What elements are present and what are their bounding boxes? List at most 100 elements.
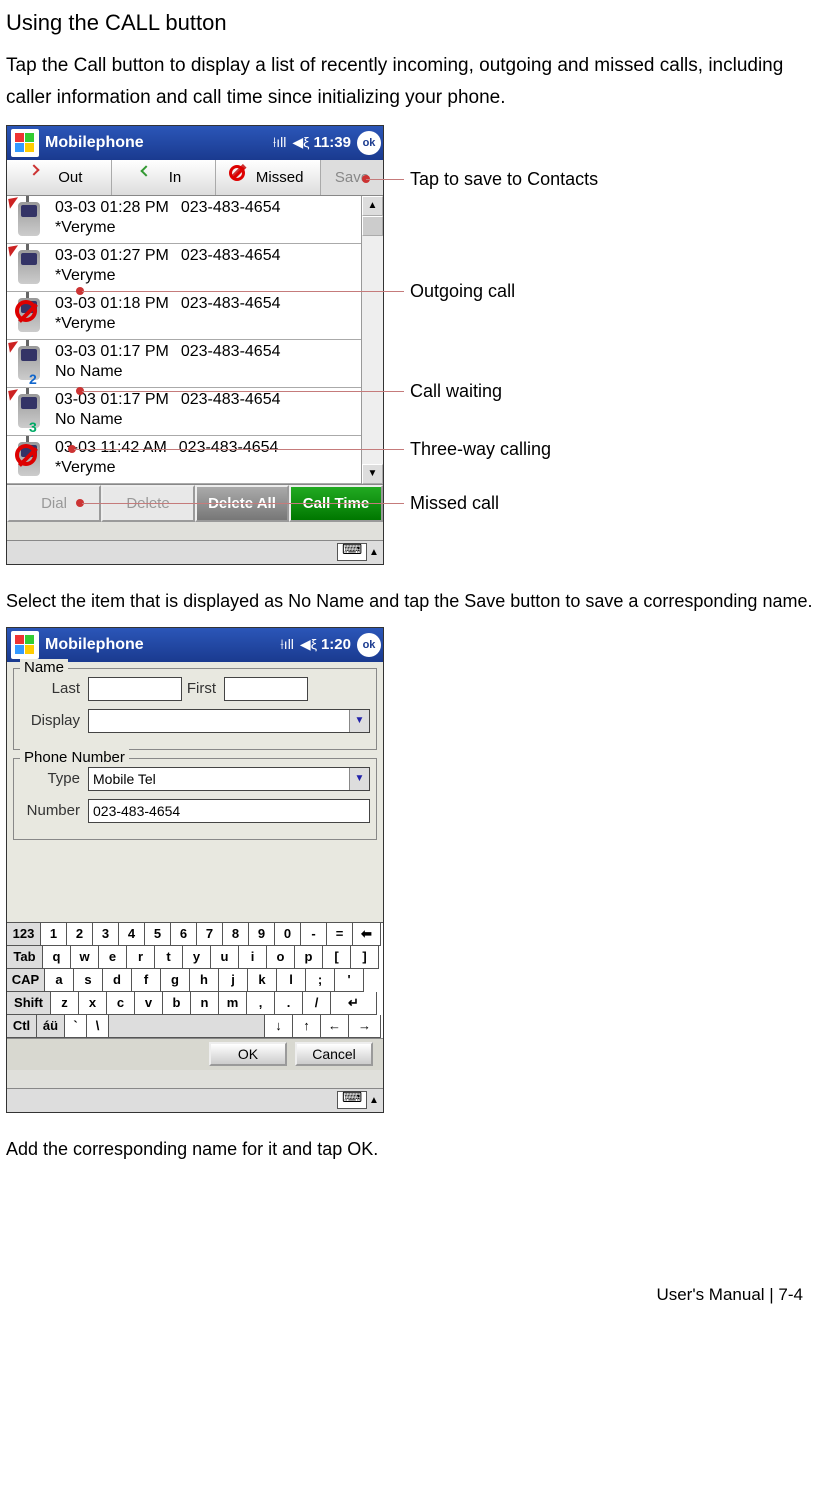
kb-key[interactable]: \	[87, 1015, 109, 1038]
tab-out[interactable]: Out	[7, 160, 112, 195]
call-list-row[interactable]: 203-03 01:17 PM023-483-4654No Name	[7, 340, 361, 388]
kb-key[interactable]: 1	[41, 923, 67, 946]
keyboard-icon[interactable]	[337, 543, 367, 561]
kb-key[interactable]: o	[267, 946, 295, 969]
dialog-cancel-button[interactable]: Cancel	[295, 1042, 373, 1066]
kb-key[interactable]: 5	[145, 923, 171, 946]
tab-missed[interactable]: Missed	[216, 160, 321, 195]
kb-key[interactable]: u	[211, 946, 239, 969]
kb-key[interactable]: 0	[275, 923, 301, 946]
kb-key[interactable]: 2	[67, 923, 93, 946]
kb-key[interactable]: 7	[197, 923, 223, 946]
scroll-thumb[interactable]	[362, 216, 383, 236]
kb-key[interactable]: m	[219, 992, 247, 1015]
kb-key[interactable]: ↵	[331, 992, 377, 1015]
kb-key[interactable]: áü	[37, 1015, 65, 1038]
kb-key[interactable]: f	[132, 969, 161, 992]
kb-key[interactable]: Ctl	[7, 1015, 37, 1038]
kb-key[interactable]: 3	[93, 923, 119, 946]
contact-form: Name Last First Display ▼ Phone Number	[7, 662, 383, 922]
kb-key[interactable]: 8	[223, 923, 249, 946]
first-input[interactable]	[224, 677, 308, 701]
type-combo[interactable]: Mobile Tel▼	[88, 767, 370, 791]
chevron-down-icon[interactable]: ▼	[349, 768, 369, 790]
tab-out-label: Out	[58, 169, 82, 186]
call-list-row[interactable]: 03-03 11:42 AM023-483-4654*Veryme	[7, 436, 361, 484]
kb-key[interactable]: 6	[171, 923, 197, 946]
kb-key[interactable]: Tab	[7, 946, 43, 969]
kb-key[interactable]: b	[163, 992, 191, 1015]
kb-key[interactable]: r	[127, 946, 155, 969]
last-input[interactable]	[88, 677, 182, 701]
kb-key[interactable]: ]	[351, 946, 379, 969]
kb-key[interactable]: ⬅	[353, 923, 381, 946]
scrollbar[interactable]: ▲ ▼	[361, 196, 383, 484]
kb-key[interactable]: ←	[321, 1015, 349, 1038]
kb-key[interactable]: `	[65, 1015, 87, 1038]
kb-key[interactable]: a	[45, 969, 74, 992]
kb-key[interactable]: ;	[306, 969, 335, 992]
kb-key[interactable]: e	[99, 946, 127, 969]
kb-key[interactable]: 123	[7, 923, 41, 946]
kb-key[interactable]: k	[248, 969, 277, 992]
kb-key[interactable]: =	[327, 923, 353, 946]
display-combo[interactable]: ▼	[88, 709, 370, 733]
kb-key[interactable]: s	[74, 969, 103, 992]
kb-key[interactable]: c	[107, 992, 135, 1015]
kb-key[interactable]: p	[295, 946, 323, 969]
start-icon[interactable]	[11, 631, 39, 659]
soft-keyboard[interactable]: 1231234567890-=⬅Tabqwertyuiop[]CAPasdfgh…	[7, 922, 383, 1038]
save-button[interactable]: Save	[321, 160, 383, 195]
kb-key[interactable]: -	[301, 923, 327, 946]
kb-key[interactable]: q	[43, 946, 71, 969]
call-type-icon: 2	[7, 340, 51, 387]
tab-in[interactable]: In	[112, 160, 217, 195]
kb-key[interactable]: t	[155, 946, 183, 969]
kb-key[interactable]: x	[79, 992, 107, 1015]
kb-key[interactable]	[109, 1015, 265, 1038]
scroll-up-icon[interactable]: ▲	[362, 196, 383, 216]
kb-key[interactable]: CAP	[7, 969, 45, 992]
kb-key[interactable]: [	[323, 946, 351, 969]
number-input[interactable]: 023-483-4654	[88, 799, 370, 823]
sip-menu-arrow[interactable]: ▲	[369, 1095, 379, 1106]
call-list-row[interactable]: 03-03 01:27 PM023-483-4654*Veryme	[7, 244, 361, 292]
kb-key[interactable]: z	[51, 992, 79, 1015]
keyboard-icon[interactable]	[337, 1091, 367, 1109]
kb-key[interactable]: Shift	[7, 992, 51, 1015]
kb-key[interactable]: h	[190, 969, 219, 992]
call-list-row[interactable]: 03-03 01:28 PM023-483-4654*Veryme	[7, 196, 361, 244]
kb-key[interactable]: 4	[119, 923, 145, 946]
kb-key[interactable]: →	[349, 1015, 381, 1038]
kb-key[interactable]: w	[71, 946, 99, 969]
kb-key[interactable]: n	[191, 992, 219, 1015]
kb-key[interactable]: ,	[247, 992, 275, 1015]
signal-icon: ⟊ıll	[273, 134, 287, 151]
start-icon[interactable]	[11, 129, 39, 157]
sip-menu-arrow[interactable]: ▲	[369, 547, 379, 558]
clock-2: 1:20	[321, 636, 351, 653]
dialog-ok-button[interactable]: OK	[209, 1042, 287, 1066]
kb-key[interactable]: d	[103, 969, 132, 992]
kb-key[interactable]: l	[277, 969, 306, 992]
callout-line	[82, 503, 404, 504]
ok-button[interactable]: ok	[357, 131, 381, 155]
scroll-down-icon[interactable]: ▼	[362, 464, 383, 484]
kb-key[interactable]: j	[219, 969, 248, 992]
kb-key[interactable]: y	[183, 946, 211, 969]
spacer	[7, 1070, 383, 1088]
kb-key[interactable]: v	[135, 992, 163, 1015]
kb-key[interactable]: ↑	[293, 1015, 321, 1038]
kb-key[interactable]: /	[303, 992, 331, 1015]
kb-key[interactable]: '	[335, 969, 364, 992]
scroll-track[interactable]	[362, 236, 383, 464]
chevron-down-icon[interactable]: ▼	[349, 710, 369, 732]
kb-key[interactable]: g	[161, 969, 190, 992]
kb-key[interactable]: .	[275, 992, 303, 1015]
call-list-row[interactable]: 303-03 01:17 PM023-483-4654No Name	[7, 388, 361, 436]
ok-button-2[interactable]: ok	[357, 633, 381, 657]
kb-key[interactable]: 9	[249, 923, 275, 946]
call-list-row[interactable]: 03-03 01:18 PM023-483-4654*Veryme	[7, 292, 361, 340]
kb-key[interactable]: ↓	[265, 1015, 293, 1038]
kb-key[interactable]: i	[239, 946, 267, 969]
